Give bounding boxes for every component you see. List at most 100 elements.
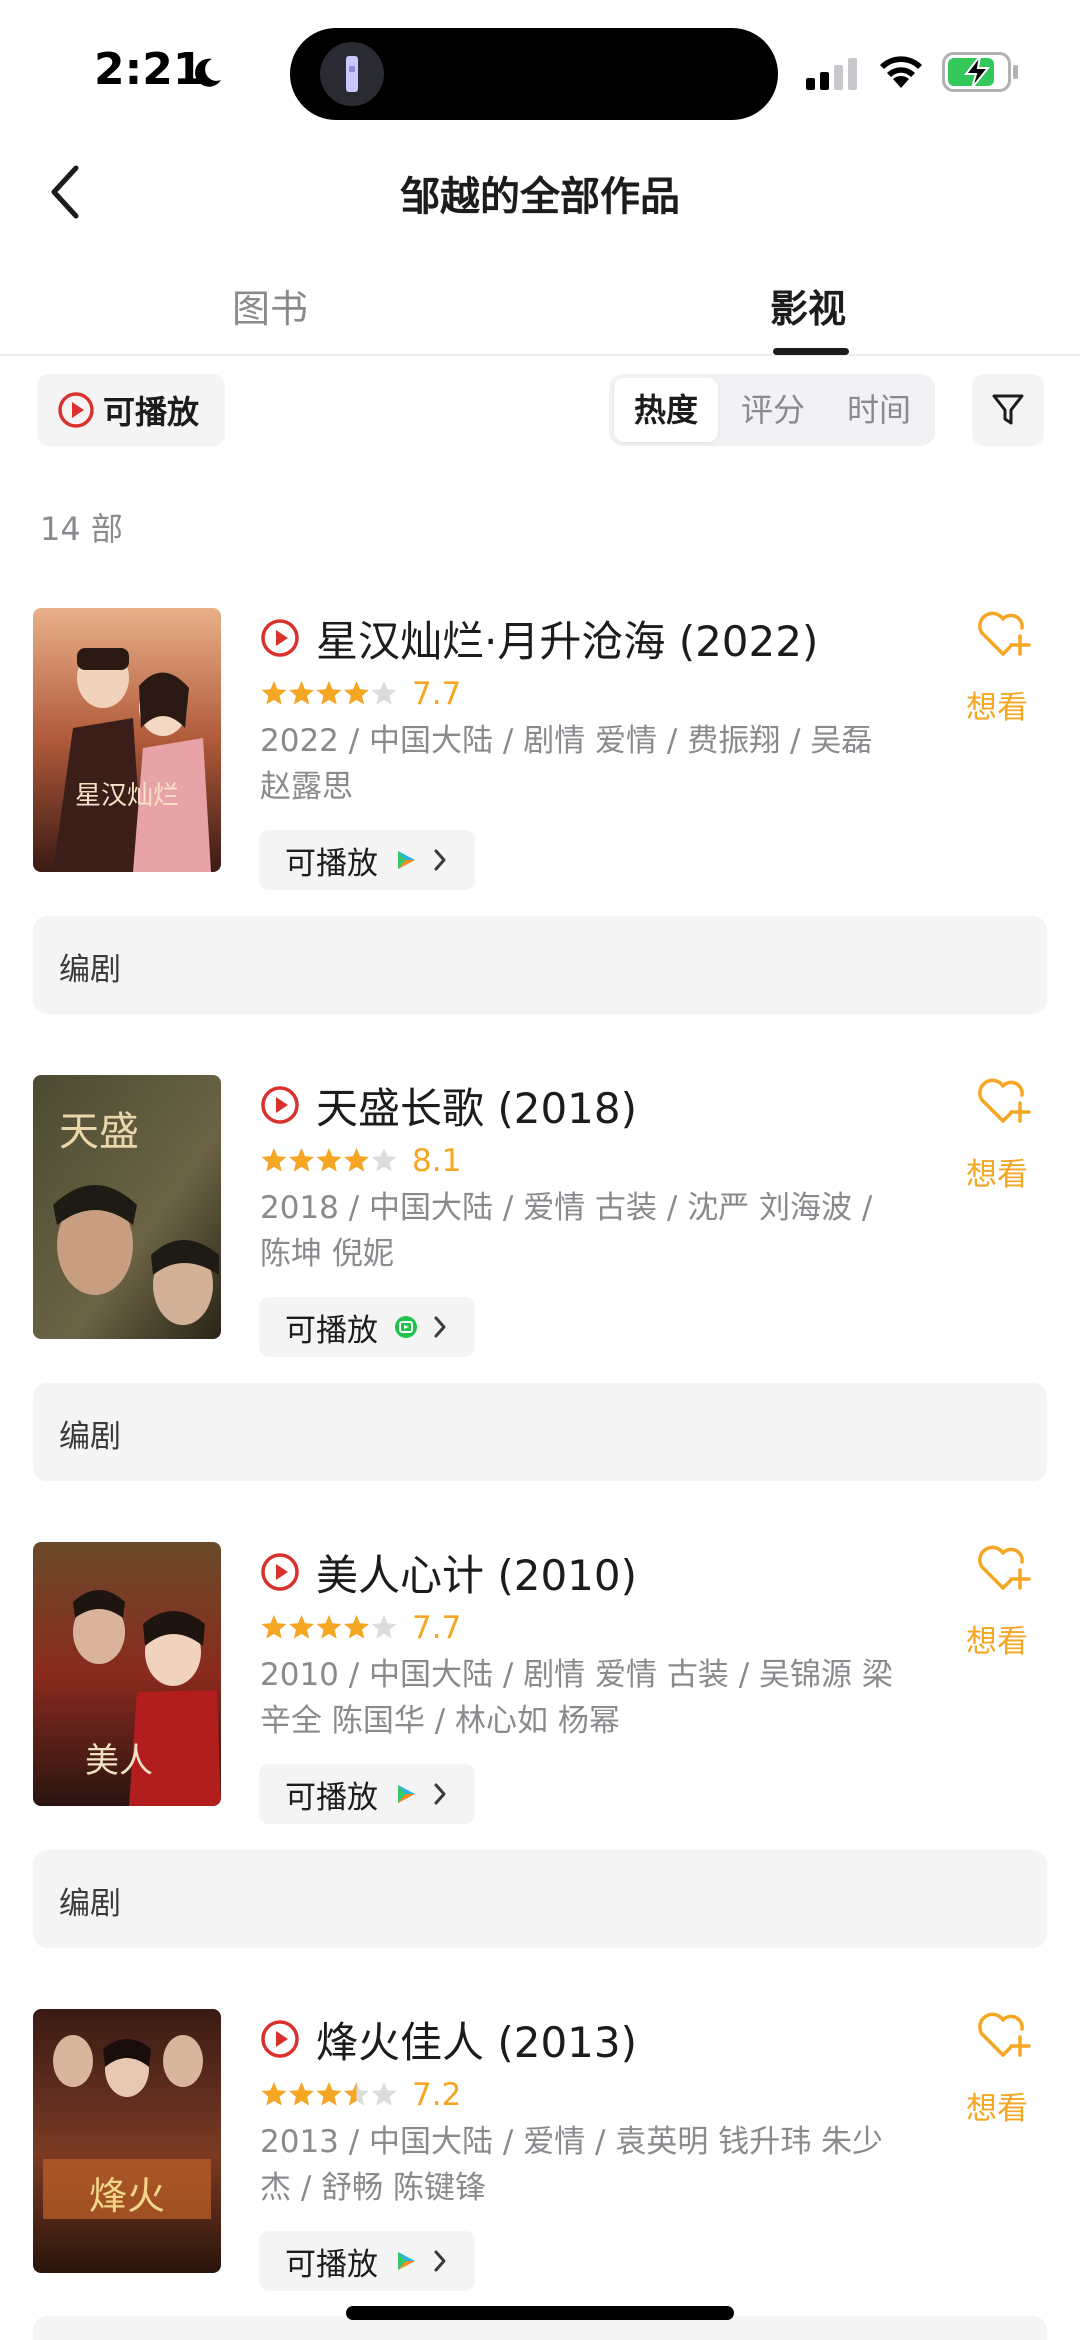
heart-plus-icon bbox=[978, 1078, 1031, 1123]
svg-text:烽火: 烽火 bbox=[89, 2174, 165, 2218]
star-filled bbox=[261, 2082, 287, 2106]
playable-button[interactable]: 可播放 bbox=[259, 2231, 475, 2291]
poster-image[interactable]: 美人 bbox=[33, 1542, 221, 1806]
star-filled bbox=[344, 681, 369, 705]
star-filled bbox=[316, 1615, 342, 1639]
star-filled bbox=[289, 1148, 314, 1172]
star-rating-icon bbox=[261, 1148, 397, 1172]
item-meta: 2018 / 中国大陆 / 爱情 古装 / 沈严 刘海波 / 陈坤 倪妮 bbox=[260, 1190, 873, 1272]
heart-plus-icon bbox=[978, 611, 1031, 656]
item-title-row: 天盛长歌 (2018) bbox=[260, 1077, 637, 1133]
battery-charging-icon bbox=[942, 52, 1018, 92]
playable-button[interactable]: 可播放 bbox=[259, 830, 475, 890]
want-to-watch-label: 想看 bbox=[966, 690, 1028, 726]
play-circle-icon bbox=[261, 1086, 299, 1124]
star bbox=[371, 1615, 397, 1639]
star-rating-icon bbox=[261, 681, 397, 705]
filter-row: 可播放 热度 评分 时间 bbox=[0, 374, 1080, 448]
playable-filter-label: 可播放 bbox=[103, 393, 200, 431]
flashlight-icon bbox=[320, 42, 384, 106]
item-title-row: 星汉灿烂·月升沧海 (2022) bbox=[260, 610, 818, 666]
wifi-icon bbox=[880, 56, 922, 88]
star-rating-icon bbox=[261, 2082, 397, 2106]
rating-value: 8.1 bbox=[412, 1143, 462, 1179]
rating-row: 7.7 bbox=[260, 674, 461, 714]
poster-image[interactable]: 烽火 bbox=[33, 2009, 221, 2273]
svg-text:美人: 美人 bbox=[85, 1741, 153, 1781]
star-filled bbox=[316, 2082, 342, 2106]
want-to-watch-label: 想看 bbox=[966, 1624, 1028, 1660]
svg-text:星汉灿烂: 星汉灿烂 bbox=[75, 781, 179, 811]
heart-plus-icon bbox=[978, 1545, 1031, 1590]
home-indicator[interactable] bbox=[346, 2306, 734, 2320]
want-to-watch-button[interactable]: 想看 bbox=[962, 1075, 1042, 1195]
playable-label: 可播放 bbox=[285, 1312, 378, 1349]
want-to-watch-label: 想看 bbox=[966, 2091, 1028, 2127]
star bbox=[371, 2082, 397, 2106]
filter-button[interactable] bbox=[972, 374, 1044, 446]
item-title[interactable]: 星汉灿烂·月升沧海 (2022) bbox=[316, 608, 818, 669]
playable-button[interactable]: 可播放 bbox=[259, 1764, 475, 1824]
video-platform-icon bbox=[398, 2252, 415, 2270]
chevron-right-icon bbox=[434, 849, 446, 871]
rating-value: 7.7 bbox=[412, 1610, 462, 1646]
tab-video[interactable]: 影视 bbox=[770, 278, 846, 333]
dynamic-island bbox=[290, 28, 778, 120]
item-meta: 2010 / 中国大陆 / 剧情 爱情 古装 / 吴锦源 梁辛全 陈国华 / 林… bbox=[260, 1657, 893, 1739]
iqiyi-icon bbox=[395, 1316, 417, 1338]
role-label: 编剧 bbox=[59, 1886, 121, 1922]
star bbox=[371, 1148, 397, 1172]
rating-row: 7.2 bbox=[260, 2075, 461, 2115]
playable-label: 可播放 bbox=[285, 2246, 378, 2283]
rating-value: 7.2 bbox=[412, 2077, 462, 2113]
tab-bar: 图书 影视 bbox=[0, 260, 1080, 356]
page-title: 邹越的全部作品 bbox=[400, 174, 680, 220]
role-label: 编剧 bbox=[59, 1419, 121, 1455]
tab-books[interactable]: 图书 bbox=[232, 278, 308, 333]
rating-row: 7.7 bbox=[260, 1608, 461, 1648]
list-item[interactable]: 天盛 天盛长歌 (2018) 8.1 2018 / 中国大陆 / 爱情 古装 /… bbox=[0, 1075, 1080, 1515]
sort-time[interactable]: 时间 bbox=[827, 378, 931, 442]
play-circle-icon bbox=[261, 2020, 299, 2058]
star-filled bbox=[289, 1615, 314, 1639]
playable-filter-button[interactable]: 可播放 bbox=[37, 374, 225, 446]
sort-rating[interactable]: 评分 bbox=[721, 378, 825, 442]
star-filled bbox=[344, 1148, 369, 1172]
star-filled bbox=[261, 1615, 287, 1639]
role-box: 编剧 bbox=[33, 1383, 1047, 1481]
playable-label: 可播放 bbox=[285, 845, 378, 882]
list-item[interactable]: 烽火 烽火佳人 (2013) 7.2 2013 / 中国大陆 / 爱情 / 袁英… bbox=[0, 2009, 1080, 2309]
chevron-right-icon bbox=[434, 1316, 446, 1338]
item-title[interactable]: 天盛长歌 (2018) bbox=[316, 1075, 637, 1136]
star-filled bbox=[289, 2082, 314, 2106]
list-item[interactable]: 美人 美人心计 (2010) 7.7 2010 / 中国大陆 / 剧情 爱情 古… bbox=[0, 1542, 1080, 1982]
want-to-watch-button[interactable]: 想看 bbox=[962, 608, 1042, 728]
rating-row: 8.1 bbox=[260, 1141, 461, 1181]
moon-icon bbox=[195, 58, 221, 87]
video-platform-icon bbox=[398, 851, 415, 869]
video-platform-icon bbox=[398, 1785, 415, 1803]
chevron-right-icon bbox=[434, 1783, 446, 1805]
nav-bar: 邹越的全部作品 bbox=[0, 150, 1080, 230]
playable-label: 可播放 bbox=[285, 1779, 378, 1816]
want-to-watch-button[interactable]: 想看 bbox=[962, 1542, 1042, 1662]
star-filled bbox=[344, 1615, 369, 1639]
item-meta: 2013 / 中国大陆 / 爱情 / 袁英明 钱升玮 朱少杰 / 舒畅 陈键锋 bbox=[260, 2124, 884, 2206]
poster-image[interactable]: 星汉灿烂 bbox=[33, 608, 221, 872]
playable-button[interactable]: 可播放 bbox=[259, 1297, 475, 1357]
want-to-watch-button[interactable]: 想看 bbox=[962, 2009, 1042, 2129]
item-title[interactable]: 美人心计 (2010) bbox=[316, 1542, 637, 1603]
cellular-signal-icon bbox=[806, 58, 857, 90]
star-filled bbox=[289, 681, 314, 705]
role-label: 编剧 bbox=[59, 952, 121, 988]
item-title[interactable]: 烽火佳人 (2013) bbox=[316, 2009, 637, 2070]
item-title-row: 美人心计 (2010) bbox=[260, 1544, 637, 1600]
star bbox=[371, 681, 397, 705]
star-filled bbox=[316, 1148, 342, 1172]
want-to-watch-label: 想看 bbox=[966, 1157, 1028, 1193]
poster-image[interactable]: 天盛 bbox=[33, 1075, 221, 1339]
sort-heat[interactable]: 热度 bbox=[614, 378, 718, 442]
star-filled bbox=[261, 681, 287, 705]
chevron-right-icon bbox=[434, 2250, 446, 2272]
list-item[interactable]: 星汉灿烂 星汉灿烂·月升沧海 (2022) 7.7 2022 / 中国大陆 / … bbox=[0, 608, 1080, 1048]
